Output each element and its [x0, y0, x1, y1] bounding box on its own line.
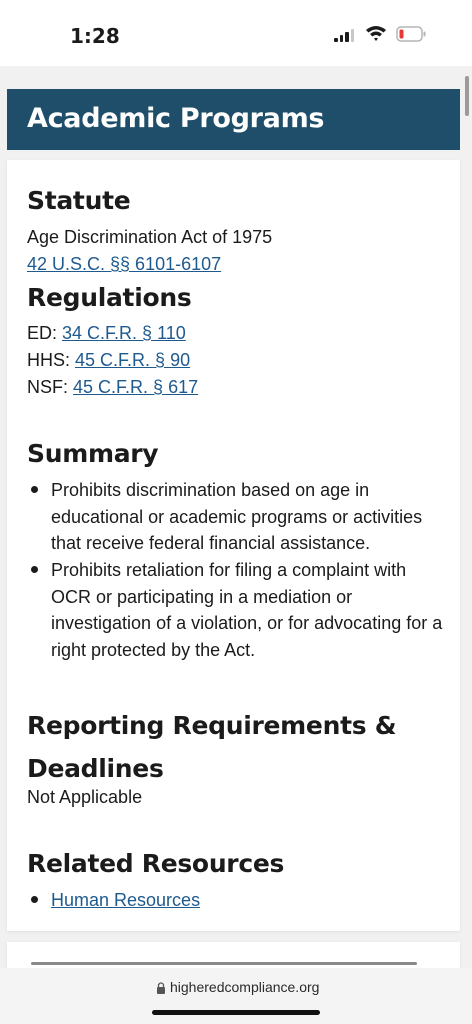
- status-time: 1:28: [70, 24, 120, 48]
- regulation-item: NSF: 45 C.F.R. § 617: [27, 374, 198, 400]
- regulation-agency: NSF:: [27, 377, 69, 397]
- reporting-value: Not Applicable: [27, 787, 143, 807]
- summary-item: Prohibits discrimination based on age in…: [51, 480, 423, 554]
- related-resource-link[interactable]: Human Resources: [51, 887, 200, 913]
- url-text[interactable]: higheredcompliance.org: [170, 979, 319, 995]
- cellular-signal-icon: [334, 29, 354, 42]
- statute-heading: Statute: [27, 186, 131, 215]
- statute-name: Age Discrimination Act of 1975: [27, 227, 273, 247]
- bullet-icon: [31, 896, 38, 903]
- reporting-heading: Reporting Requirements & Deadlines: [27, 711, 397, 783]
- home-indicator[interactable]: [152, 1010, 320, 1015]
- summary-heading: Summary: [27, 439, 159, 468]
- regulation-agency: HHS:: [27, 350, 71, 370]
- status-bar: 1:28: [0, 0, 472, 66]
- regulations-heading: Regulations: [27, 283, 192, 312]
- wifi-icon: [366, 26, 386, 41]
- summary-item: Prohibits retaliation for filing a compl…: [51, 560, 443, 661]
- page-banner: Academic Programs: [7, 89, 460, 150]
- regulation-citation-link[interactable]: 45 C.F.R. § 90: [75, 350, 190, 370]
- bullet-icon: [31, 486, 38, 493]
- page-title: Academic Programs: [27, 103, 325, 134]
- regulation-citation-link[interactable]: 45 C.F.R. § 617: [73, 377, 198, 397]
- scrollbar-thumb[interactable]: [465, 76, 469, 116]
- battery-low-icon: [396, 26, 426, 42]
- regulation-item: ED: 34 C.F.R. § 110: [27, 320, 186, 346]
- regulation-agency: ED:: [27, 323, 58, 343]
- statute-citation-link[interactable]: 42 U.S.C. §§ 6101-6107: [27, 251, 221, 277]
- bullet-icon: [31, 566, 38, 573]
- regulation-citation-link[interactable]: 34 C.F.R. § 110: [62, 323, 186, 343]
- scroll-divider: [31, 962, 417, 965]
- related-resources-heading: Related Resources: [27, 849, 285, 878]
- lock-icon: [157, 982, 165, 994]
- browser-url-bar[interactable]: [0, 968, 472, 1024]
- regulation-item: HHS: 45 C.F.R. § 90: [27, 347, 190, 373]
